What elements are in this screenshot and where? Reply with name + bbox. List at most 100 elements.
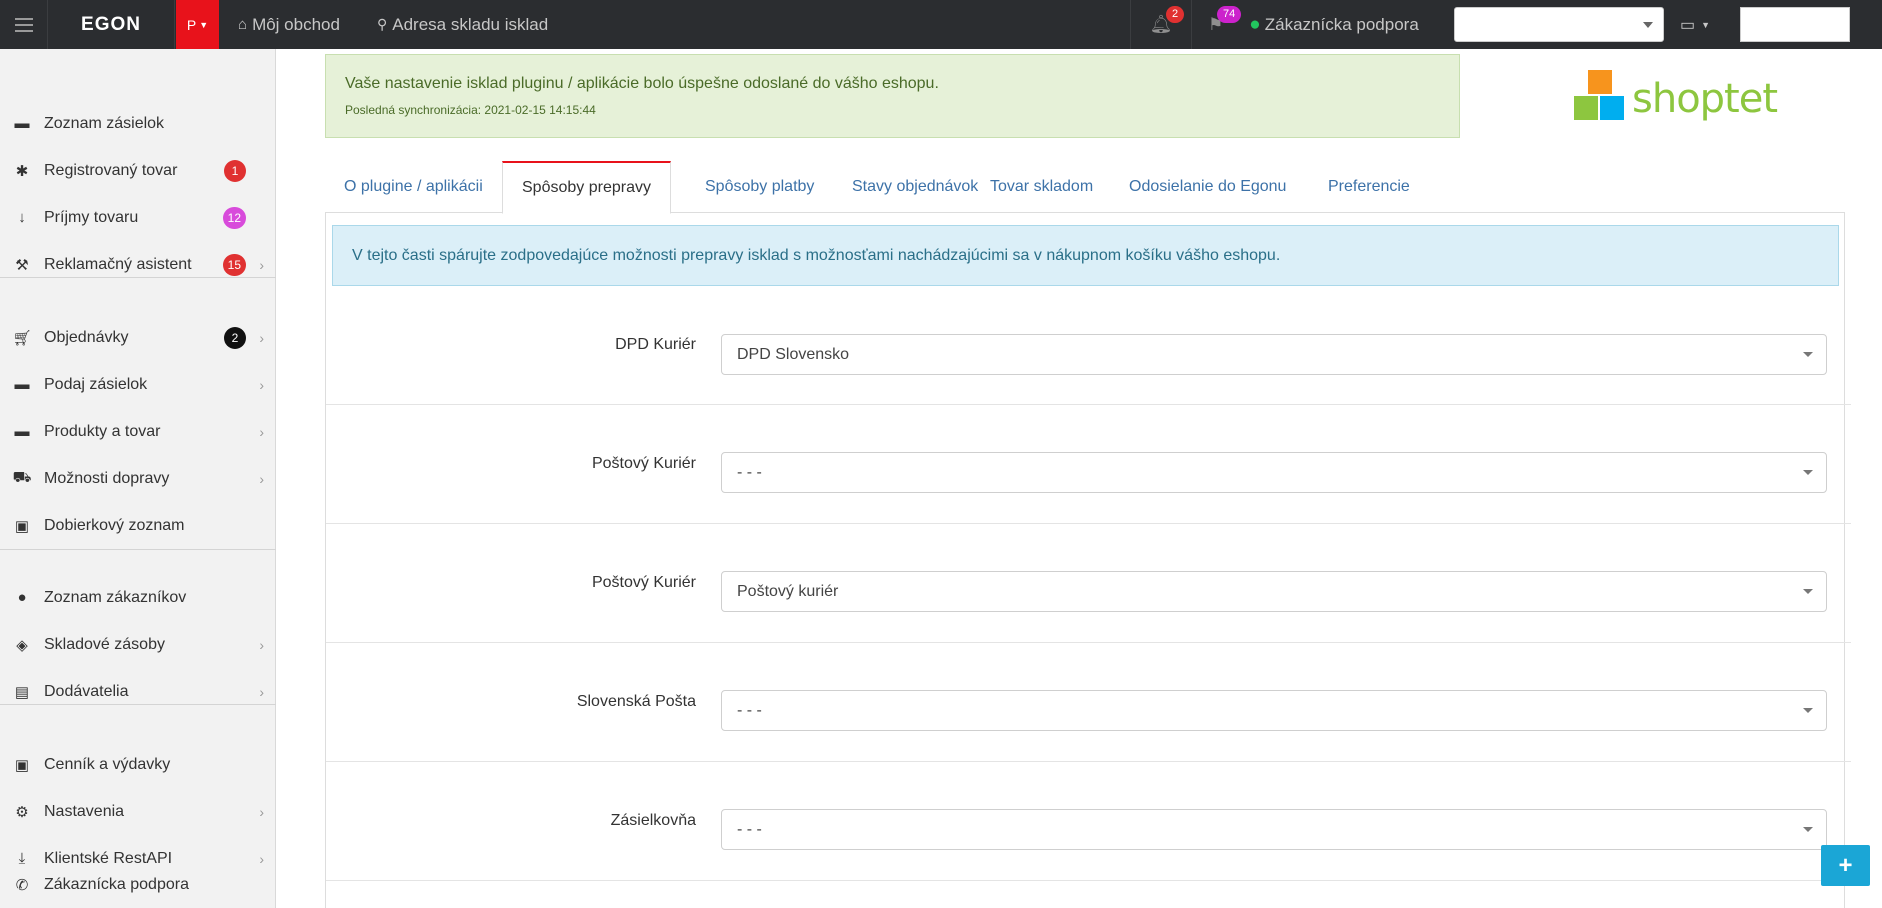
count-badge: 1 — [224, 159, 246, 182]
menu-toggle-button[interactable] — [0, 0, 48, 49]
sidebar-item-shipment-submission[interactable]: ▬ Podaj zásielok › — [0, 361, 276, 408]
tab-about-plugin[interactable]: O plugine / aplikácii — [325, 161, 502, 213]
sidebar-item-customers[interactable]: ● Zoznam zákazníkov — [0, 574, 276, 621]
support-link[interactable]: ⚑ 74 ● Zákaznícka podpora — [1208, 0, 1419, 49]
sidebar-item-label: Cenník a výdavky — [44, 755, 171, 773]
sidebar-item-label: Dobierkový zoznam — [44, 516, 185, 534]
money-icon: ▣ — [14, 517, 30, 535]
money-icon: ▣ — [14, 756, 30, 774]
field-label: Poštový Kuriér — [591, 574, 696, 591]
select-value: Poštový kuriér — [737, 582, 839, 600]
chevron-right-icon: › — [259, 683, 264, 700]
notifications-button[interactable]: 🔔︎ 2 — [1130, 0, 1192, 49]
sidebar-item-registered-goods[interactable]: ✱ Registrovaný tovar 1 — [0, 147, 276, 194]
chevron-right-icon: › — [259, 329, 264, 346]
display-dropdown-button[interactable]: ▭ ▼ — [1680, 0, 1710, 49]
caret-down-icon: ▼ — [1701, 19, 1711, 30]
plus-icon: + — [1838, 851, 1853, 879]
sidebar-divider — [0, 277, 276, 278]
caret-down-icon — [1803, 352, 1813, 357]
sidebar-item-label: Možnosti dopravy — [44, 469, 170, 487]
my-shop-label: Môj obchod — [252, 14, 340, 34]
tab-payment-methods[interactable]: Spôsoby platby — [686, 161, 833, 213]
sidebar-item-products[interactable]: ▬ Produkty a tovar › — [0, 408, 276, 455]
sidebar-item-label: Nastavenia — [44, 802, 125, 820]
briefcase-icon: ▤ — [14, 683, 30, 701]
form-row: DPD Kuriér DPD Slovensko — [326, 286, 1851, 405]
tab-sending-to-egon[interactable]: Odosielanie do Egonu — [1110, 161, 1305, 213]
add-button[interactable]: + — [1821, 845, 1870, 886]
top-navbar: EGON P ▼ ⌂ Môj obchod ⚲ Adresa skladu iskla… — [0, 0, 1882, 49]
monitor-icon: ▭ — [1680, 16, 1696, 34]
form-row: Poštový Kuriér - - - — [326, 405, 1851, 524]
sidebar-item-stock[interactable]: ◈ Skladové zásoby › — [0, 621, 276, 668]
sidebar-item-label: Produkty a tovar — [44, 422, 161, 440]
shipping-mapping-select[interactable]: - - - — [721, 690, 1827, 731]
archive-icon: ▬ — [14, 115, 30, 132]
shop-select[interactable] — [1454, 7, 1664, 42]
archive-icon: ▬ — [14, 423, 30, 440]
chevron-right-icon: › — [259, 803, 264, 820]
caret-down-icon — [1803, 470, 1813, 475]
sidebar-divider — [0, 549, 276, 550]
sidebar-item-support[interactable]: ✆ Zákaznícka podpora — [0, 861, 276, 908]
shipping-mapping-select[interactable]: DPD Slovensko — [721, 334, 1827, 375]
sidebar-item-settings[interactable]: ⚙ Nastavenia › — [0, 788, 276, 835]
sidebar-item-label: Zákaznícka podpora — [44, 875, 189, 893]
sidebar-item-label: Zoznam zásielok — [44, 114, 165, 132]
sidebar-divider — [0, 704, 276, 705]
form-row: Slovenská Pošta - - - — [326, 643, 1851, 762]
sidebar-item-complaints[interactable]: ⚒ Reklamačný asistent 15 › — [0, 241, 276, 288]
select-value: - - - — [737, 463, 762, 481]
select-value: - - - — [737, 701, 762, 719]
profile-dropdown-button[interactable]: P ▼ — [176, 0, 219, 49]
truck-icon: ⛟ — [12, 469, 32, 486]
count-badge: 15 — [222, 253, 246, 276]
top-search-input[interactable] — [1740, 7, 1850, 42]
sidebar-item-orders[interactable]: 🛒︎ Objednávky 2 › — [0, 314, 276, 361]
form-row: Poštový Kuriér Poštový kuriér — [326, 524, 1851, 643]
shipping-mapping-select[interactable]: - - - — [721, 809, 1827, 850]
field-label: DPD Kuriér — [615, 336, 696, 353]
brand-logo[interactable]: EGON — [48, 0, 175, 49]
count-badge: 2 — [224, 326, 246, 349]
chevron-right-icon: › — [259, 470, 264, 487]
sidebar-item-shipments[interactable]: ▬ Zoznam zásielok — [0, 100, 276, 147]
asterisk-icon: ✱ — [15, 162, 29, 180]
sidebar-item-label: Skladové zásoby — [44, 635, 165, 653]
shoptet-logo: shoptet — [1574, 70, 1778, 125]
sidebar-item-suppliers[interactable]: ▤ Dodávatelia › — [0, 668, 276, 715]
hammer-icon: ⚒ — [15, 256, 29, 274]
last-sync-text: Posledná synchronizácia: 2021-02-15 14:1… — [345, 103, 596, 117]
caret-down-icon — [1803, 708, 1813, 713]
sidebar-item-cod-list[interactable]: ▣ Dobierkový zoznam — [0, 502, 276, 549]
caret-down-icon — [1803, 827, 1813, 832]
chevron-right-icon: › — [259, 423, 264, 440]
success-alert: Vaše nastavenie isklad pluginu / aplikác… — [325, 54, 1460, 138]
logo-square-orange — [1588, 70, 1612, 94]
sidebar-item-label: Zoznam zákazníkov — [44, 588, 187, 606]
archive-icon: ▬ — [14, 376, 30, 393]
tab-stock[interactable]: Tovar skladom — [971, 161, 1112, 213]
tab-preferences[interactable]: Preferencie — [1309, 161, 1429, 213]
info-text: V tejto časti spárujte zodpovedajúce mož… — [352, 246, 1281, 264]
tab-bar: O plugine / aplikácii Spôsoby prepravy S… — [325, 161, 1845, 214]
shipping-mapping-select[interactable]: Poštový kuriér — [721, 571, 1827, 612]
shield-icon: ◈ — [16, 636, 28, 654]
caret-down-icon — [1643, 22, 1653, 28]
field-label: Poštový Kuriér — [591, 455, 696, 472]
home-icon: ⌂ — [238, 16, 248, 33]
sidebar-item-shipping-options[interactable]: ⛟ Možnosti dopravy › — [0, 455, 276, 502]
logo-wordmark: shoptet — [1632, 76, 1778, 122]
profile-badge: P — [186, 16, 197, 33]
sidebar-item-pricing[interactable]: ▣ Cenník a výdavky — [0, 741, 276, 788]
tab-shipping-methods[interactable]: Spôsoby prepravy — [502, 161, 671, 214]
chevron-right-icon: › — [259, 376, 264, 393]
shipping-mapping-select[interactable]: - - - — [721, 452, 1827, 493]
arrow-down-icon: ↓ — [18, 209, 26, 226]
support-icon: ✆ — [15, 876, 29, 894]
warehouse-address-link[interactable]: ⚲ Adresa skladu isklad — [377, 0, 548, 49]
count-badge: 12 — [222, 206, 246, 229]
sidebar-item-goods-receipts[interactable]: ↓ Príjmy tovaru 12 — [0, 194, 276, 241]
my-shop-link[interactable]: ⌂ Môj obchod — [238, 0, 340, 49]
